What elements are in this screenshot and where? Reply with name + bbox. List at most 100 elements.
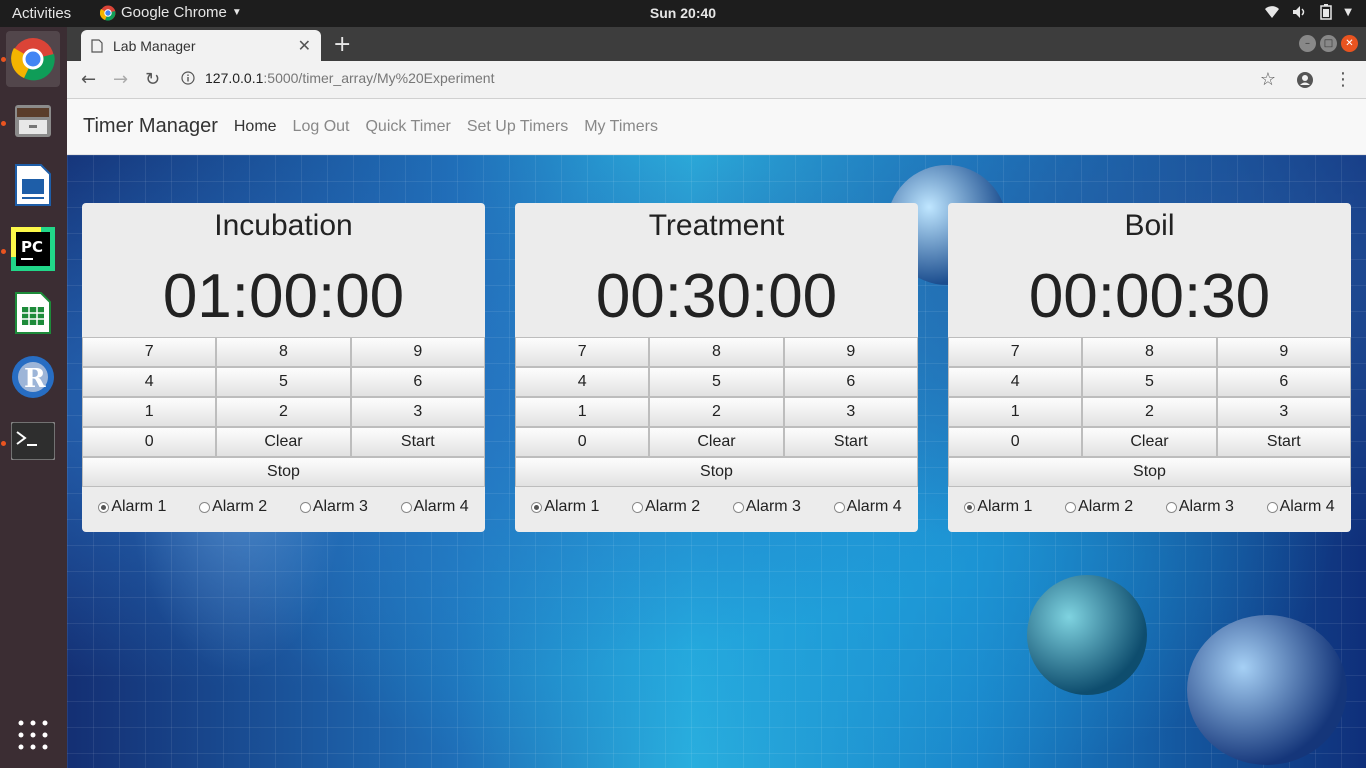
minimize-button[interactable]: –	[1299, 35, 1316, 52]
dock-terminal[interactable]	[6, 413, 60, 469]
key-9[interactable]: 9	[783, 337, 918, 367]
back-arrow-icon[interactable]: ←	[81, 69, 96, 90]
key-8[interactable]: 8	[216, 337, 351, 367]
key-0[interactable]: 0	[515, 427, 650, 457]
star-icon[interactable]: ☆	[1260, 69, 1276, 90]
key-4[interactable]: 4	[948, 367, 1083, 397]
key-7[interactable]: 7	[948, 337, 1083, 367]
maximize-button[interactable]: □	[1320, 35, 1337, 52]
radio-button[interactable]	[1065, 501, 1077, 513]
brand[interactable]: Timer Manager	[83, 115, 218, 138]
key-4[interactable]: 4	[515, 367, 650, 397]
radio-button[interactable]	[531, 501, 543, 513]
key-6[interactable]: 6	[350, 367, 485, 397]
key-0[interactable]: 0	[948, 427, 1083, 457]
address-bar[interactable]: 127.0.0.1:5000/timer_array/My%20Experime…	[181, 70, 495, 86]
more-menu-icon[interactable]: ⋮	[1334, 69, 1352, 90]
key-6[interactable]: 6	[1216, 367, 1351, 397]
clear-button[interactable]: Clear	[649, 427, 784, 457]
key-8[interactable]: 8	[649, 337, 784, 367]
alarm-option[interactable]: Alarm 1	[98, 498, 166, 516]
app-menu[interactable]: Google Chrome ▼	[100, 4, 242, 21]
key-2[interactable]: 2	[216, 397, 351, 427]
key-4[interactable]: 4	[82, 367, 217, 397]
alarm-option[interactable]: Alarm 4	[833, 498, 902, 516]
dock-pycharm[interactable]: PC	[6, 221, 60, 277]
key-7[interactable]: 7	[82, 337, 217, 367]
alarm-option[interactable]: Alarm 2	[199, 498, 267, 516]
system-tray[interactable]: ▼	[1264, 4, 1352, 20]
new-tab-button[interactable]: +	[333, 32, 351, 57]
dock-calc[interactable]	[6, 285, 60, 341]
battery-icon	[1320, 4, 1333, 20]
alarm-option[interactable]: Alarm 1	[964, 498, 1032, 516]
key-6[interactable]: 6	[783, 367, 918, 397]
nav-log-out[interactable]: Log Out	[293, 118, 350, 136]
account-icon[interactable]	[1296, 71, 1314, 89]
alarm-option[interactable]: Alarm 4	[400, 498, 469, 516]
radio-button[interactable]	[199, 501, 211, 513]
key-9[interactable]: 9	[350, 337, 485, 367]
start-button[interactable]: Start	[350, 427, 485, 457]
stop-button[interactable]: Stop	[515, 457, 918, 487]
key-2[interactable]: 2	[1082, 397, 1217, 427]
radio-button[interactable]	[400, 501, 412, 513]
forward-arrow-icon[interactable]: →	[113, 69, 128, 90]
key-2[interactable]: 2	[649, 397, 784, 427]
clear-button[interactable]: Clear	[1082, 427, 1217, 457]
radio-button[interactable]	[1165, 501, 1177, 513]
reload-icon[interactable]: ↻	[145, 69, 160, 90]
radio-button[interactable]	[98, 501, 110, 513]
radio-button[interactable]	[732, 501, 744, 513]
alarm-option[interactable]: Alarm 4	[1266, 498, 1335, 516]
radio-button[interactable]	[1266, 501, 1278, 513]
key-1[interactable]: 1	[515, 397, 650, 427]
start-button[interactable]: Start	[783, 427, 918, 457]
chrome-icon	[11, 38, 55, 81]
key-5[interactable]: 5	[1082, 367, 1217, 397]
stop-button[interactable]: Stop	[82, 457, 485, 487]
alarm-option[interactable]: Alarm 3	[299, 498, 368, 516]
stop-button[interactable]: Stop	[948, 457, 1351, 487]
running-indicator	[1, 441, 6, 446]
key-3[interactable]: 3	[1216, 397, 1351, 427]
timer-name: Incubation	[214, 209, 353, 242]
alarm-option[interactable]: Alarm 2	[1065, 498, 1133, 516]
radio-button[interactable]	[299, 501, 311, 513]
key-1[interactable]: 1	[82, 397, 217, 427]
key-3[interactable]: 3	[350, 397, 485, 427]
chevron-down-icon: ▼	[1344, 6, 1352, 18]
nav-my-timers[interactable]: My Timers	[584, 118, 658, 136]
alarm-option[interactable]: Alarm 2	[632, 498, 700, 516]
dock-chrome[interactable]	[6, 31, 60, 87]
show-applications-button[interactable]	[6, 707, 60, 763]
dock-r[interactable]: R	[6, 349, 60, 405]
alarm-option[interactable]: Alarm 3	[1165, 498, 1234, 516]
key-0[interactable]: 0	[82, 427, 217, 457]
close-tab-icon[interactable]: ✕	[298, 36, 311, 56]
activities-button[interactable]: Activities	[12, 5, 71, 22]
clear-button[interactable]: Clear	[216, 427, 351, 457]
radio-button[interactable]	[833, 501, 845, 513]
key-3[interactable]: 3	[783, 397, 918, 427]
nav-set-up-timers[interactable]: Set Up Timers	[467, 118, 568, 136]
browser-tab[interactable]: Lab Manager ✕	[81, 30, 321, 61]
dock-files[interactable]	[6, 93, 60, 149]
alarm-option[interactable]: Alarm 3	[732, 498, 801, 516]
alarm-option[interactable]: Alarm 1	[531, 498, 599, 516]
key-8[interactable]: 8	[1082, 337, 1217, 367]
key-7[interactable]: 7	[515, 337, 650, 367]
close-window-button[interactable]: ✕	[1341, 35, 1358, 52]
radio-button[interactable]	[632, 501, 644, 513]
key-5[interactable]: 5	[216, 367, 351, 397]
key-5[interactable]: 5	[649, 367, 784, 397]
system-clock[interactable]: Sun 20:40	[650, 5, 716, 21]
dock-impress[interactable]	[6, 157, 60, 213]
key-1[interactable]: 1	[948, 397, 1083, 427]
nav-quick-timer[interactable]: Quick Timer	[365, 118, 450, 136]
key-9[interactable]: 9	[1216, 337, 1351, 367]
timer-card: Boil 00:00:30 789 456 123 0 Clear Start St…	[948, 203, 1351, 532]
start-button[interactable]: Start	[1216, 427, 1351, 457]
nav-home[interactable]: Home	[234, 118, 277, 136]
radio-button[interactable]	[964, 501, 976, 513]
